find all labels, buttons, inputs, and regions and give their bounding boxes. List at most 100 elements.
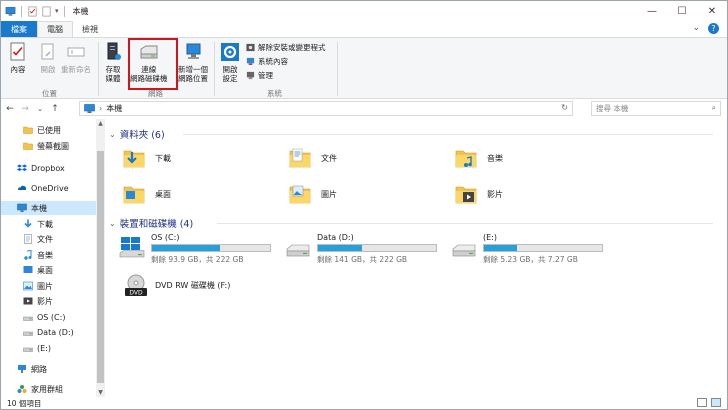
large-icons-view-icon[interactable] <box>711 398 721 407</box>
homegroup-icon <box>17 384 27 394</box>
drive-item[interactable]: OS (C:) 剩餘 93.9 GB，共 222 GB <box>119 233 271 265</box>
tab-file[interactable]: 檔案 <box>1 21 37 37</box>
nav-scrollbar[interactable]: ▲ ▼ <box>96 119 105 397</box>
video-icon <box>23 296 33 306</box>
minimize-button[interactable]: — <box>637 1 667 21</box>
folder-label: 影片 <box>487 189 503 199</box>
system-group-label: 系統 <box>267 89 282 98</box>
manage-button[interactable]: 管理 <box>246 70 273 81</box>
drive-name: (E:) <box>483 233 497 242</box>
properties-icon[interactable] <box>27 6 38 17</box>
nav-item[interactable]: OS (C:) <box>1 310 97 324</box>
nav-item[interactable]: (E:) <box>1 341 97 355</box>
divider <box>183 134 713 135</box>
nav-item[interactable]: 桌面 <box>1 263 97 277</box>
properties-button[interactable]: 內容 <box>7 41 29 74</box>
recent-locations-chevron-icon[interactable]: ⌄ <box>34 105 46 113</box>
videos-folder-icon <box>455 183 477 205</box>
nav-item[interactable]: 文件 <box>1 232 97 246</box>
nav-item-label: 影片 <box>37 296 53 306</box>
folder-item[interactable]: 圖片 <box>289 183 337 205</box>
folder-label: 桌面 <box>155 189 171 199</box>
expand-ribbon-chevron-icon[interactable]: ⌄ <box>692 23 700 34</box>
folder-label: 文件 <box>321 153 337 163</box>
divider <box>217 223 713 224</box>
nav-item[interactable]: OneDrive <box>1 181 97 195</box>
folder-item[interactable]: 音樂 <box>455 147 503 169</box>
scroll-thumb[interactable] <box>97 151 104 383</box>
nav-item[interactable]: 本機 <box>1 201 97 215</box>
drive-icon <box>23 312 33 322</box>
system-properties-button[interactable]: 系統內容 <box>246 56 288 67</box>
nav-item-label: 已使用 <box>37 125 61 135</box>
document-icon <box>23 234 33 244</box>
drive-item[interactable]: Data (D:) 剩餘 141 GB，共 222 GB <box>285 233 437 265</box>
network-group-label: 網路 <box>148 89 163 98</box>
new-folder-icon[interactable] <box>41 6 52 17</box>
ribbon-panel: 內容 開啟 重新命名 位置 存取 媒體 連線 網路磁碟機 新增一個 網路位置 網… <box>1 37 727 99</box>
network-location-icon <box>186 43 201 59</box>
add-network-location-button[interactable]: 新增一個 網路位置 <box>178 41 208 83</box>
nav-item[interactable]: 網路 <box>1 362 97 376</box>
media-server-icon <box>107 42 121 60</box>
nav-item[interactable]: 家用群組 <box>1 382 97 396</box>
rename-label: 重新命名 <box>61 65 91 74</box>
close-button[interactable]: ✕ <box>697 1 727 21</box>
network-icon <box>17 364 27 374</box>
drive-usage-fill <box>484 245 518 251</box>
folders-section-header[interactable]: ⌄ 資料夾 (6) <box>109 127 165 142</box>
hard-drive-icon <box>285 233 311 261</box>
scroll-down-arrow-icon[interactable]: ▼ <box>96 389 105 396</box>
nav-item-label: OneDrive <box>31 183 69 193</box>
group-separator <box>98 42 99 96</box>
search-input[interactable]: 搜尋 本機 ⌕ <box>591 101 721 116</box>
drive-icon <box>23 327 33 337</box>
folder-item[interactable]: 文件 <box>289 147 337 169</box>
drive-details: (E:) 剩餘 5.23 GB，共 7.27 GB <box>483 233 603 265</box>
customize-quick-access-chevron-icon[interactable]: ▾ <box>55 7 59 15</box>
drive-details: OS (C:) 剩餘 93.9 GB，共 222 GB <box>151 233 271 265</box>
details-view-icon[interactable] <box>697 398 707 407</box>
nav-item-label: 螢幕截圖 <box>37 141 69 151</box>
nav-item[interactable]: 音樂 <box>1 248 97 262</box>
folder-label: 圖片 <box>321 189 337 199</box>
nav-item[interactable]: 影片 <box>1 294 97 308</box>
devices-section-header[interactable]: ⌄ 裝置和磁碟機 (4) <box>109 216 193 231</box>
rename-button[interactable]: 重新命名 <box>61 41 91 74</box>
back-arrow-icon[interactable]: ← <box>4 104 16 114</box>
chevron-down-icon: ⌄ <box>109 129 116 139</box>
open-button[interactable]: 開啟 <box>37 41 59 74</box>
open-settings-button[interactable]: 開啟 設定 <box>219 41 241 83</box>
nav-item[interactable]: Dropbox <box>1 161 97 175</box>
folder-item[interactable]: 下載 <box>123 147 171 169</box>
window-controls: — ☐ ✕ <box>637 1 727 21</box>
folder-icon <box>23 125 33 135</box>
dvd-drive[interactable]: DVD DVD RW 磁碟機 (F:) <box>123 271 230 299</box>
breadcrumb[interactable]: 本機 <box>106 103 122 114</box>
drive-item[interactable]: (E:) 剩餘 5.23 GB，共 7.27 GB <box>451 233 603 265</box>
nav-item[interactable]: 螢幕截圖 <box>1 139 97 153</box>
nav-item[interactable]: 下載 <box>1 217 97 231</box>
nav-item[interactable]: 圖片 <box>1 279 97 293</box>
access-media-button[interactable]: 存取 媒體 <box>102 41 124 83</box>
search-placeholder: 搜尋 本機 <box>596 104 629 113</box>
address-bar[interactable]: › 本機 ↻ <box>79 101 573 116</box>
gear-icon <box>221 43 239 61</box>
nav-item-label: (E:) <box>37 343 51 353</box>
maximize-button[interactable]: ☐ <box>667 1 697 21</box>
folder-item[interactable]: 桌面 <box>123 183 171 205</box>
help-icon[interactable]: ? <box>708 23 719 34</box>
tab-view[interactable]: 檢視 <box>73 21 107 37</box>
nav-item[interactable]: Data (D:) <box>1 325 97 339</box>
desktop-icon <box>23 265 33 275</box>
forward-arrow-icon[interactable]: → <box>19 104 31 114</box>
up-arrow-icon[interactable]: ↑ <box>49 104 61 114</box>
uninstall-program-button[interactable]: 解除安裝或變更程式 <box>246 42 326 53</box>
refresh-icon[interactable]: ↻ <box>561 103 568 112</box>
download-icon <box>23 219 33 229</box>
scroll-up-arrow-icon[interactable]: ▲ <box>96 120 105 127</box>
nav-item-label: Data (D:) <box>37 327 74 337</box>
folder-item[interactable]: 影片 <box>455 183 503 205</box>
tab-computer[interactable]: 電腦 <box>37 21 73 37</box>
nav-item[interactable]: 已使用 <box>1 123 97 137</box>
